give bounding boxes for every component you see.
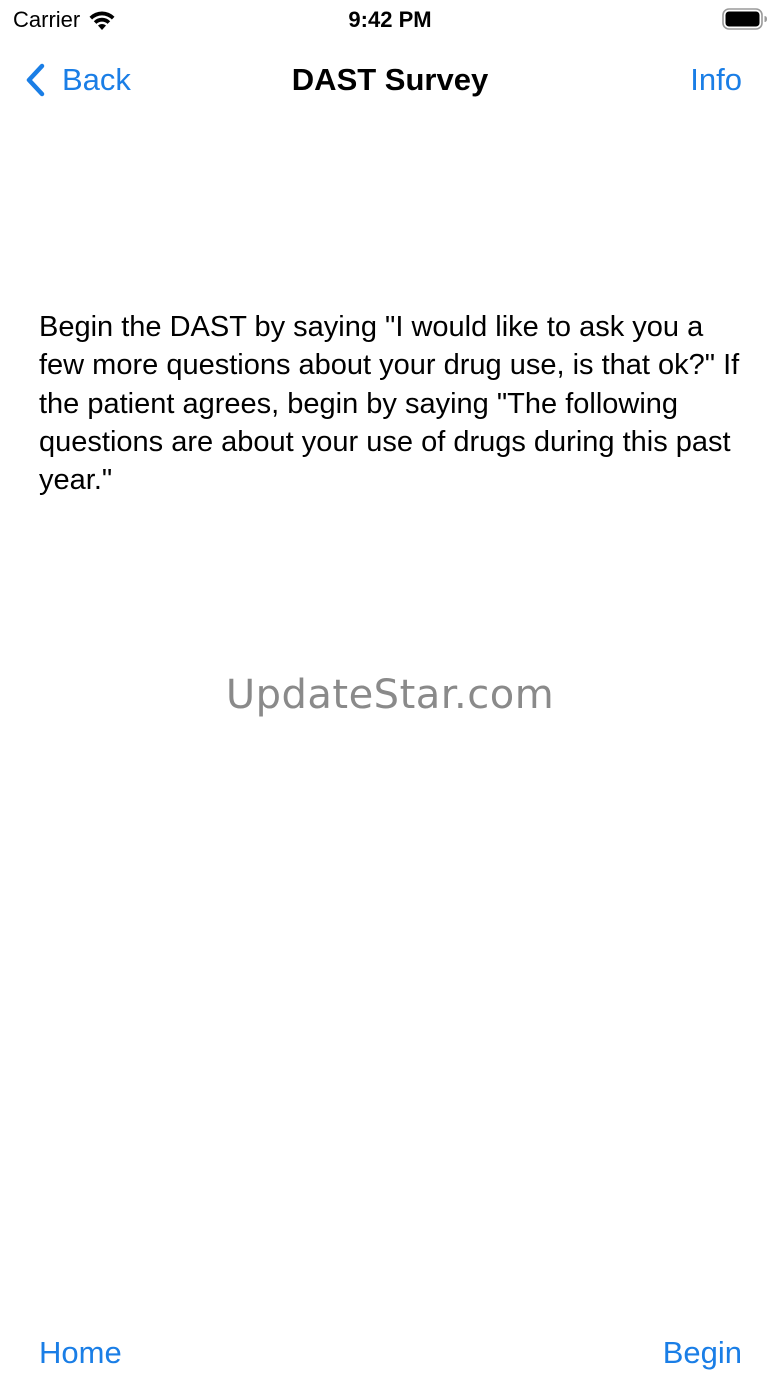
home-button[interactable]: Home <box>39 1333 122 1373</box>
page-title: DAST Survey <box>291 62 489 97</box>
info-button[interactable]: Info <box>690 60 742 100</box>
survey-instructions: Begin the DAST by saying "I would like t… <box>39 311 740 497</box>
bottom-toolbar: Home Begin <box>0 1297 780 1387</box>
watermark: UpdateStar.com <box>225 672 555 718</box>
begin-button[interactable]: Begin <box>663 1333 742 1373</box>
status-time: 9:42 PM <box>348 7 432 32</box>
navigation-bar: Back DAST Survey Info <box>0 40 780 120</box>
status-bar: Carrier 9:42 PM <box>0 0 780 40</box>
battery-icon <box>722 8 767 30</box>
